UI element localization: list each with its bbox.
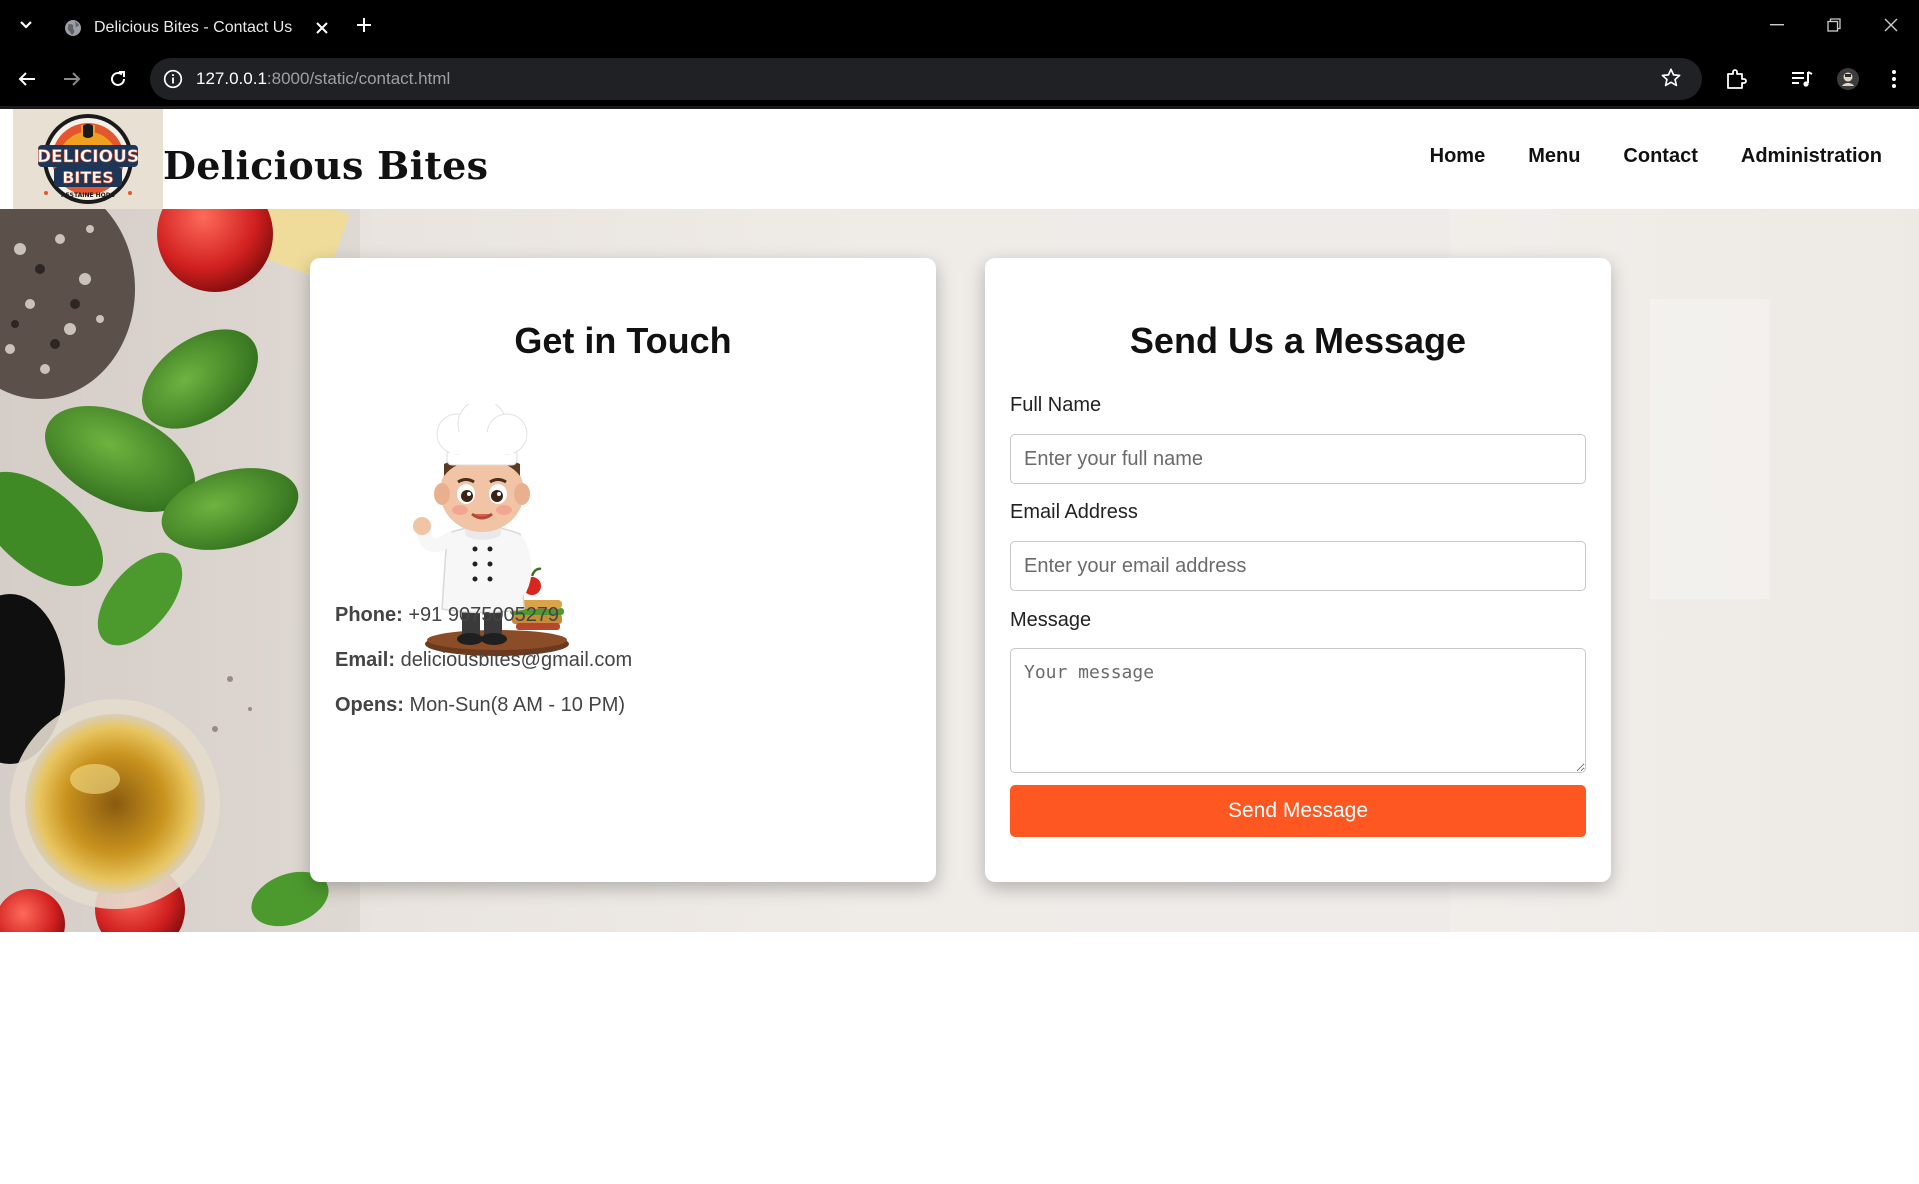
profile-icon[interactable]	[1834, 65, 1862, 93]
svg-text:DELICIOUS: DELICIOUS	[37, 147, 139, 167]
browser-tab[interactable]: Delicious Bites - Contact Us	[54, 6, 344, 50]
back-arrow-icon[interactable]	[13, 65, 41, 93]
nav-home-link[interactable]: Home	[1430, 145, 1486, 168]
minimize-icon[interactable]	[1762, 10, 1792, 40]
tab-search-icon[interactable]	[14, 13, 38, 37]
brand-name[interactable]: Delicious Bites	[163, 143, 488, 188]
contact-title: Get in Touch	[514, 320, 732, 361]
opening-hours-line: Opens: Mon-Sun(8 AM - 10 PM)	[335, 694, 625, 717]
email-line: Email: deliciousbites@gmail.com	[335, 649, 632, 672]
globe-icon	[65, 20, 81, 36]
message-label: Message	[1010, 609, 1092, 631]
phone-label: Phone:	[335, 604, 403, 626]
nav-menu-link[interactable]: Menu	[1528, 145, 1580, 168]
full-name-label: Full Name	[1010, 394, 1102, 416]
message-form-card: Send Us a Message Full Name Email Addres…	[985, 258, 1611, 882]
main-nav: Home Menu Contact Administration	[1430, 145, 1882, 168]
reload-icon[interactable]	[104, 65, 132, 93]
full-name-input[interactable]	[1010, 434, 1586, 484]
hero-background	[0, 209, 1919, 932]
brand-logo[interactable]: DELICIOUS BITES RESTAINE HODS	[13, 109, 163, 209]
email-address-label: Email Address	[1010, 501, 1138, 523]
opens-value: Mon-Sun(8 AM - 10 PM)	[409, 694, 626, 716]
browser-tab-bar: Delicious Bites - Contact Us	[0, 0, 1919, 50]
window-close-icon[interactable]	[1876, 10, 1906, 40]
kebab-menu-icon[interactable]	[1880, 65, 1908, 93]
tab-title: Delicious Bites - Contact Us	[94, 19, 293, 36]
opens-label: Opens:	[335, 694, 404, 716]
nav-contact-link[interactable]: Contact	[1623, 145, 1697, 168]
extensions-icon[interactable]	[1722, 65, 1750, 93]
nav-administration-link[interactable]: Administration	[1741, 145, 1882, 168]
address-bar[interactable]: 127.0.0.1:8000/static/contact.html	[150, 58, 1702, 100]
url-text: 127.0.0.1:8000/static/contact.html	[196, 69, 451, 88]
phone-line: Phone: +91 9075005279	[335, 604, 559, 627]
star-icon[interactable]	[1660, 67, 1684, 91]
email-address-input[interactable]	[1010, 541, 1586, 591]
plus-icon[interactable]	[352, 13, 376, 37]
phone-value: +91 9075005279	[408, 604, 560, 626]
svg-text:RESTAINE HODS: RESTAINE HODS	[61, 192, 115, 199]
site-header: DELICIOUS BITES RESTAINE HODS Delicious …	[0, 109, 1919, 209]
close-icon[interactable]	[310, 16, 334, 40]
form-title: Send Us a Message	[1129, 320, 1467, 361]
forward-arrow-icon[interactable]	[58, 65, 86, 93]
media-icon[interactable]	[1788, 65, 1816, 93]
send-message-button[interactable]: Send Message	[1010, 785, 1586, 837]
email-value: deliciousbites@gmail.com	[400, 649, 633, 671]
food-background-image	[0, 209, 1919, 932]
browser-toolbar: 127.0.0.1:8000/static/contact.html	[0, 50, 1919, 108]
restore-icon[interactable]	[1819, 10, 1849, 40]
email-label: Email:	[335, 649, 396, 671]
contact-info-card: Get in Touch Phone: +91 9075005279 Email…	[310, 258, 936, 882]
message-textarea[interactable]	[1010, 648, 1586, 773]
info-icon[interactable]	[162, 68, 184, 90]
svg-text:BITES: BITES	[62, 168, 114, 187]
